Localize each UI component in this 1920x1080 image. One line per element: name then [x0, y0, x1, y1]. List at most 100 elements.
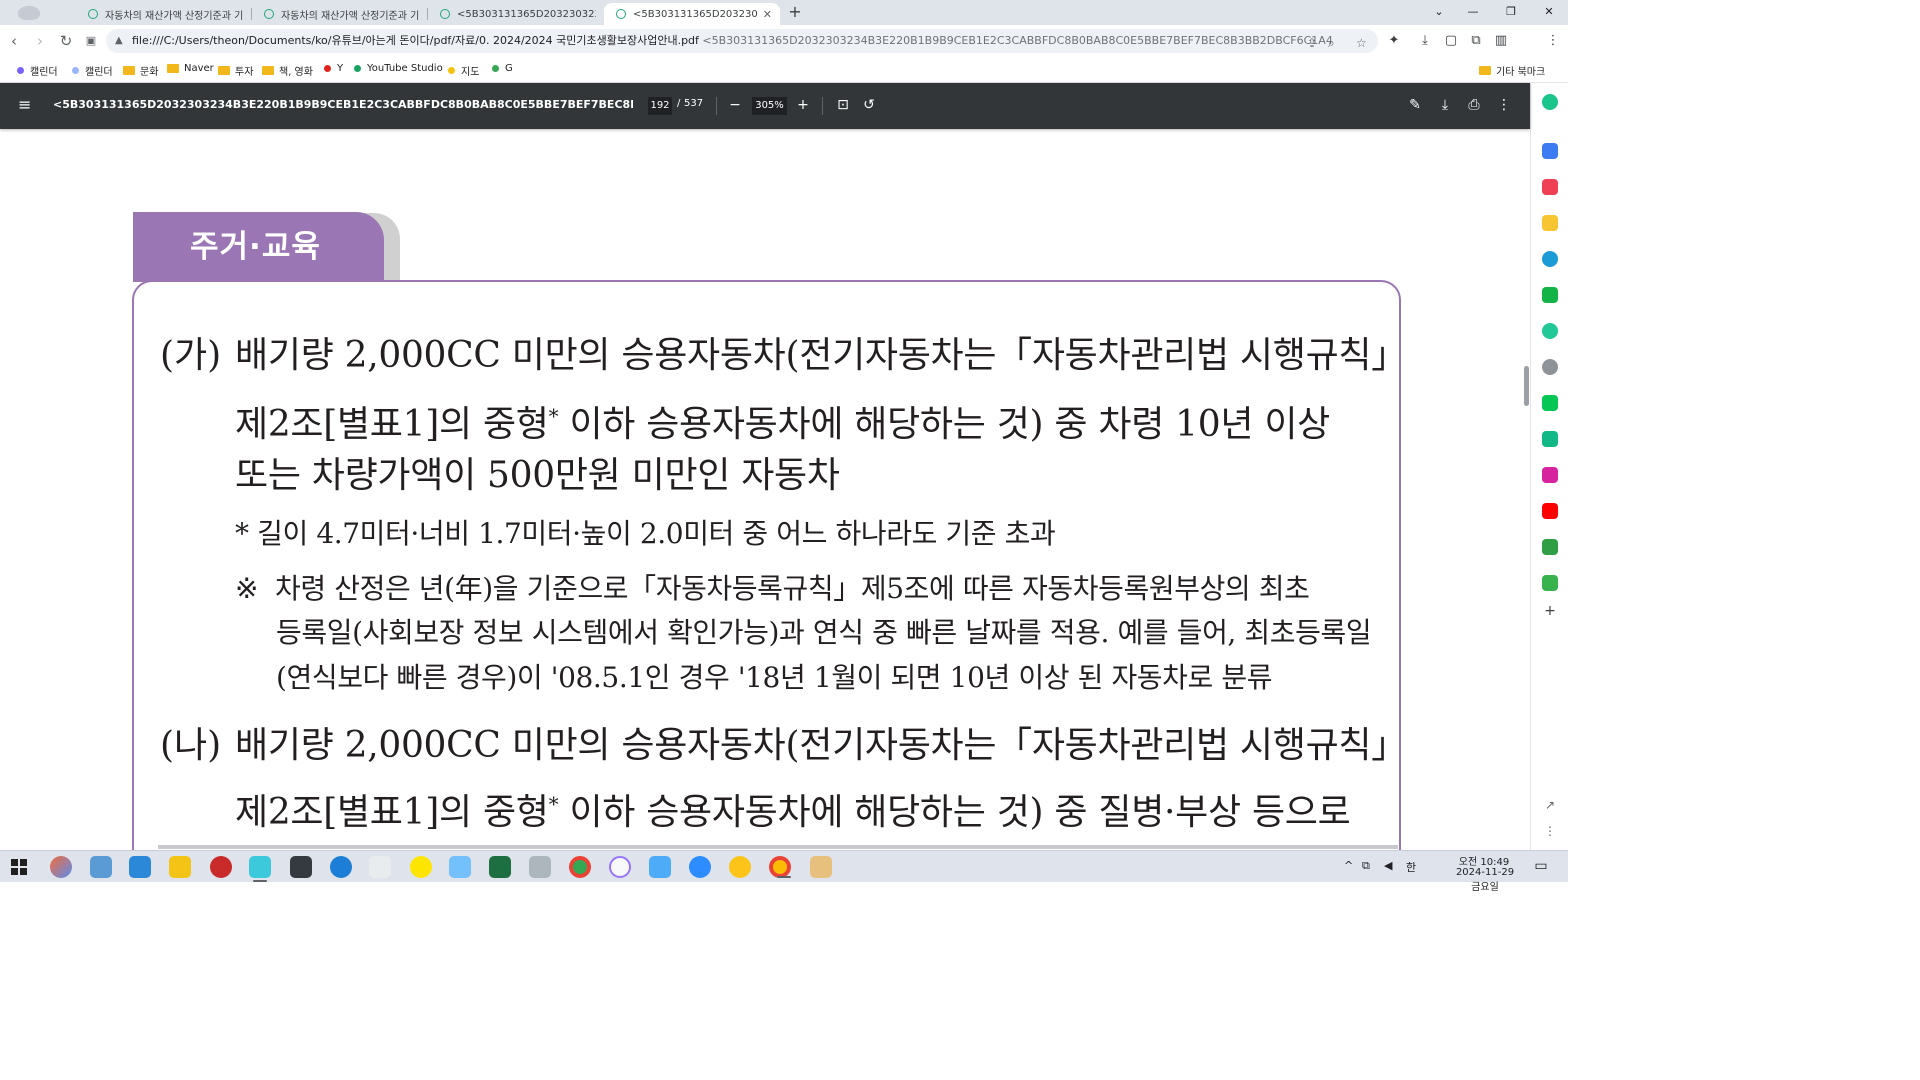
- bookmark-folder[interactable]: 책, 영화: [262, 63, 313, 78]
- bookmark-item[interactable]: 지도: [448, 63, 479, 78]
- edge-icon[interactable]: [1542, 251, 1558, 267]
- item-marker: (나): [160, 725, 222, 766]
- app-taskbar-icon[interactable]: [129, 856, 151, 878]
- input-language[interactable]: 한: [1406, 859, 1416, 875]
- browser-toolbar: ‹ › ↻ ▣ ▲ file:///C:/Users/theon/Documen…: [0, 25, 1568, 75]
- davinci-taskbar-icon[interactable]: [290, 856, 312, 878]
- vertical-scrollbar-thumb[interactable]: [1524, 366, 1529, 406]
- app-owl-taskbar-icon[interactable]: [810, 856, 832, 878]
- copilot-taskbar-icon[interactable]: [50, 856, 72, 878]
- folder-icon: [123, 66, 135, 75]
- paint-taskbar-icon[interactable]: [369, 856, 391, 878]
- chrome-window-taskbar-icon[interactable]: [769, 856, 791, 878]
- zoom-input[interactable]: 305%: [752, 97, 787, 115]
- notification-icon[interactable]: ▭: [1532, 858, 1550, 876]
- copilot-icon[interactable]: [1542, 94, 1558, 110]
- print-icon[interactable]: ⎙: [1464, 95, 1484, 115]
- more-menu-icon[interactable]: ⋮: [1544, 32, 1562, 50]
- clock-date[interactable]: 2024-11-29 금요일: [1450, 867, 1520, 893]
- pdf-document-view[interactable]: 주거·교육 (가) 배기량 2,000CC 미만의 승용자동차(전기자동차는「자…: [0, 129, 1530, 850]
- bookmark-item[interactable]: 캘린더: [72, 63, 113, 78]
- open-external-icon[interactable]: ↗: [1542, 797, 1558, 813]
- zoom-out-icon[interactable]: −: [725, 95, 745, 115]
- bookmark-star-icon[interactable]: ☆: [1356, 36, 1367, 50]
- restore-button[interactable]: ❐: [1496, 2, 1526, 22]
- reload-icon[interactable]: ↻: [56, 31, 76, 51]
- add-app-icon[interactable]: +: [1542, 603, 1558, 619]
- record-taskbar-icon[interactable]: [210, 856, 232, 878]
- start-button[interactable]: [11, 859, 27, 875]
- kakaotalk-taskbar-icon[interactable]: [410, 856, 432, 878]
- bookmark-folder[interactable]: 문화: [123, 63, 158, 78]
- calculator-taskbar-icon[interactable]: [529, 856, 551, 878]
- zoom-taskbar-icon[interactable]: [689, 856, 711, 878]
- favorites-icon[interactable]: [1542, 215, 1558, 231]
- evernote-icon[interactable]: [1542, 287, 1558, 303]
- file-explorer-icon[interactable]: [169, 856, 191, 878]
- other-bookmarks-folder[interactable]: 기타 북마크: [1479, 63, 1545, 78]
- stock-chart-icon[interactable]: [1542, 539, 1558, 555]
- bookmark-item[interactable]: YouTube Studio: [354, 63, 443, 74]
- horizontal-scrollbar[interactable]: [158, 845, 1398, 849]
- volume-icon[interactable]: ◀: [1384, 859, 1392, 872]
- tab-strip: 자동차의 재산가액 산정기준과 기 자동차의 재산가액 산정기준과 기 <5B3…: [0, 0, 1568, 25]
- cast-icon[interactable]: ▢: [1442, 32, 1460, 50]
- player-taskbar-icon[interactable]: [729, 856, 751, 878]
- annotate-pen-icon[interactable]: ✎: [1405, 95, 1425, 115]
- widgets-taskbar-icon[interactable]: [90, 856, 112, 878]
- close-tab-icon[interactable]: ✕: [763, 8, 772, 21]
- tray-overflow-icon[interactable]: ^: [1344, 859, 1353, 872]
- chrome-taskbar-icon[interactable]: [569, 856, 591, 878]
- share-icon[interactable]: ⇪: [1307, 36, 1317, 50]
- browser-tab-2[interactable]: 자동차의 재산가액 산정기준과 기: [252, 3, 428, 25]
- rotate-icon[interactable]: ↺: [859, 95, 879, 115]
- minimize-button[interactable]: —: [1458, 2, 1488, 22]
- excel-taskbar-icon[interactable]: [489, 856, 511, 878]
- new-tab-button[interactable]: +: [786, 3, 804, 21]
- page-info-icon[interactable]: ▲: [115, 29, 123, 53]
- page-number-input[interactable]: 192: [648, 97, 672, 115]
- settings-icon[interactable]: ⋮: [1542, 823, 1558, 839]
- browser-tab-1[interactable]: 자동차의 재산가액 산정기준과 기: [76, 3, 252, 25]
- game-icon[interactable]: [1542, 359, 1558, 375]
- instagram-icon[interactable]: [1542, 467, 1558, 483]
- zoom-icon[interactable]: ⌕: [1328, 36, 1335, 51]
- calendar-icon[interactable]: [1542, 143, 1558, 159]
- forward-icon[interactable]: ›: [30, 31, 50, 51]
- close-window-button[interactable]: ✕: [1534, 2, 1564, 22]
- bookmark-item[interactable]: 캘린더: [17, 63, 58, 78]
- download-icon[interactable]: ⤓: [1435, 95, 1455, 115]
- address-bar[interactable]: ▲ file:///C:/Users/theon/Documents/ko/유튜…: [106, 29, 1378, 53]
- more-actions-icon[interactable]: ⋮: [1494, 95, 1514, 115]
- extensions-icon[interactable]: ✦: [1385, 32, 1403, 50]
- clock-time[interactable]: 오전 10:49: [1452, 853, 1516, 868]
- play-icon[interactable]: [1542, 431, 1558, 447]
- media-icon[interactable]: [1542, 323, 1558, 339]
- side-panel-icon[interactable]: ▥: [1492, 32, 1510, 50]
- back-icon[interactable]: ‹: [4, 31, 24, 51]
- browser-tab-4[interactable]: <5B303131365D2032303234B3E ✕: [604, 3, 780, 25]
- fit-page-icon[interactable]: ⊡: [833, 95, 853, 115]
- downloads-icon[interactable]: ⤓: [1416, 32, 1434, 50]
- reader-icon[interactable]: ▣: [81, 31, 101, 51]
- edge-taskbar-icon[interactable]: [330, 856, 352, 878]
- pocket-icon[interactable]: [1542, 179, 1558, 195]
- network-icon[interactable]: ⧉: [1362, 859, 1370, 873]
- snipping-taskbar-icon[interactable]: [609, 856, 631, 878]
- youtube-icon[interactable]: [1542, 503, 1558, 519]
- active-app-taskbar-icon[interactable]: [249, 856, 271, 882]
- store-taskbar-icon[interactable]: [649, 856, 671, 878]
- zoom-in-icon[interactable]: +: [793, 95, 813, 115]
- tab-search-button[interactable]: ⌄: [1424, 2, 1454, 22]
- tab-favicon-icon: [440, 9, 450, 19]
- bookmark-folder[interactable]: 투자: [218, 63, 253, 78]
- bookmark-item[interactable]: Y: [324, 63, 343, 74]
- menu-icon[interactable]: ≡: [18, 96, 36, 114]
- notes-taskbar-icon[interactable]: [449, 856, 471, 878]
- screenshot-icon[interactable]: ⧉: [1467, 32, 1485, 50]
- app-icon[interactable]: [1542, 575, 1558, 591]
- line-icon[interactable]: [1542, 395, 1558, 411]
- browser-tab-3[interactable]: <5B303131365D2032303234B3E: [428, 3, 604, 25]
- bookmark-folder[interactable]: Naver: [167, 63, 214, 74]
- bookmark-item[interactable]: G: [492, 63, 513, 74]
